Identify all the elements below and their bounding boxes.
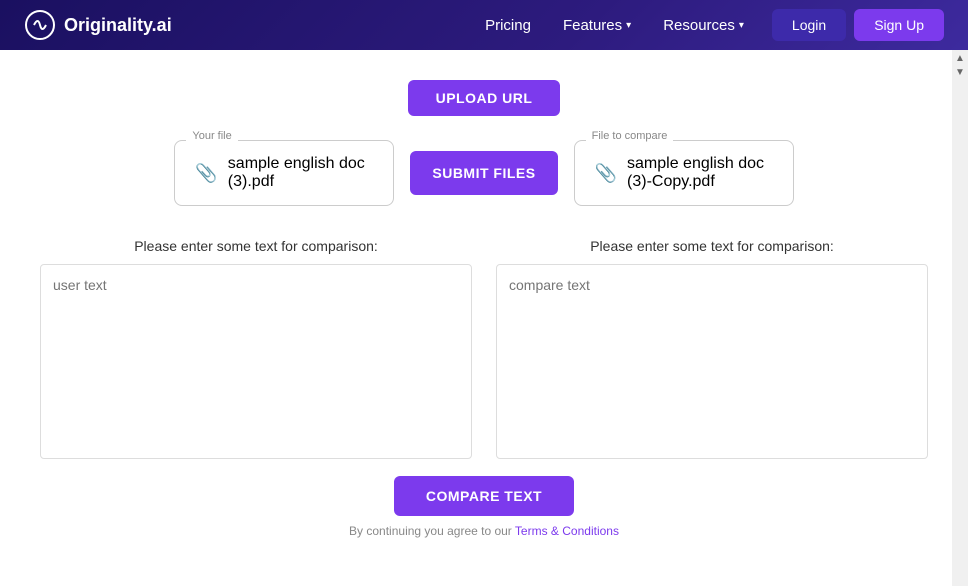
file-inputs-row: Your file 📎 sample english doc (3).pdf S… — [40, 140, 928, 206]
paperclip-icon: 📎 — [195, 163, 217, 184]
compare-text-input[interactable] — [496, 264, 928, 459]
compare-text-button[interactable]: COMPARE TEXT — [394, 476, 574, 516]
scrollbar[interactable]: ▲ ▼ — [952, 50, 968, 586]
your-file-name: sample english doc (3).pdf — [228, 155, 365, 191]
compare-file-label: File to compare — [586, 130, 674, 142]
login-button[interactable]: Login — [772, 9, 846, 41]
compare-file-box: 📎 sample english doc (3)-Copy.pdf — [574, 140, 794, 206]
terms-text: By continuing you agree to our Terms & C… — [349, 524, 619, 538]
logo-icon — [24, 9, 56, 41]
text-compare-row: Please enter some text for comparison: P… — [40, 238, 928, 464]
terms-link[interactable]: Terms & Conditions — [515, 524, 619, 538]
navbar: Originality.ai Pricing Features ▾ Resour… — [0, 0, 968, 50]
features-chevron-icon: ▾ — [626, 20, 631, 31]
right-text-col: Please enter some text for comparison: — [496, 238, 928, 464]
submit-files-button[interactable]: SUBMIT FILES — [410, 151, 557, 195]
left-compare-label: Please enter some text for comparison: — [40, 238, 472, 254]
logo-text: Originality.ai — [64, 15, 172, 36]
your-file-box: 📎 sample english doc (3).pdf — [174, 140, 394, 206]
left-text-col: Please enter some text for comparison: — [40, 238, 472, 464]
upload-url-button[interactable]: UPLOAD URL — [408, 80, 561, 116]
compare-section: COMPARE TEXT By continuing you agree to … — [40, 476, 928, 538]
nav-links: Pricing Features ▾ Resources ▾ Login Sig… — [473, 9, 944, 41]
nav-resources[interactable]: Resources ▾ — [651, 11, 756, 40]
logo[interactable]: Originality.ai — [24, 9, 172, 41]
resources-chevron-icon: ▾ — [739, 20, 744, 31]
compare-file-wrapper: File to compare 📎 sample english doc (3)… — [574, 140, 794, 206]
paperclip2-icon: 📎 — [595, 163, 617, 184]
right-compare-label: Please enter some text for comparison: — [496, 238, 928, 254]
your-file-wrapper: Your file 📎 sample english doc (3).pdf — [174, 140, 394, 206]
user-text-input[interactable] — [40, 264, 472, 459]
compare-file-name: sample english doc (3)-Copy.pdf — [627, 155, 764, 191]
main-content: ▲ ▼ UPLOAD URL Your file 📎 sample englis… — [0, 50, 968, 586]
nav-features[interactable]: Features ▾ — [551, 11, 643, 40]
scroll-down-icon[interactable]: ▼ — [955, 66, 965, 80]
scroll-up-icon[interactable]: ▲ — [955, 52, 965, 66]
nav-pricing[interactable]: Pricing — [473, 11, 543, 40]
upload-section: UPLOAD URL — [40, 80, 928, 116]
signup-button[interactable]: Sign Up — [854, 9, 944, 41]
your-file-label: Your file — [186, 130, 237, 142]
